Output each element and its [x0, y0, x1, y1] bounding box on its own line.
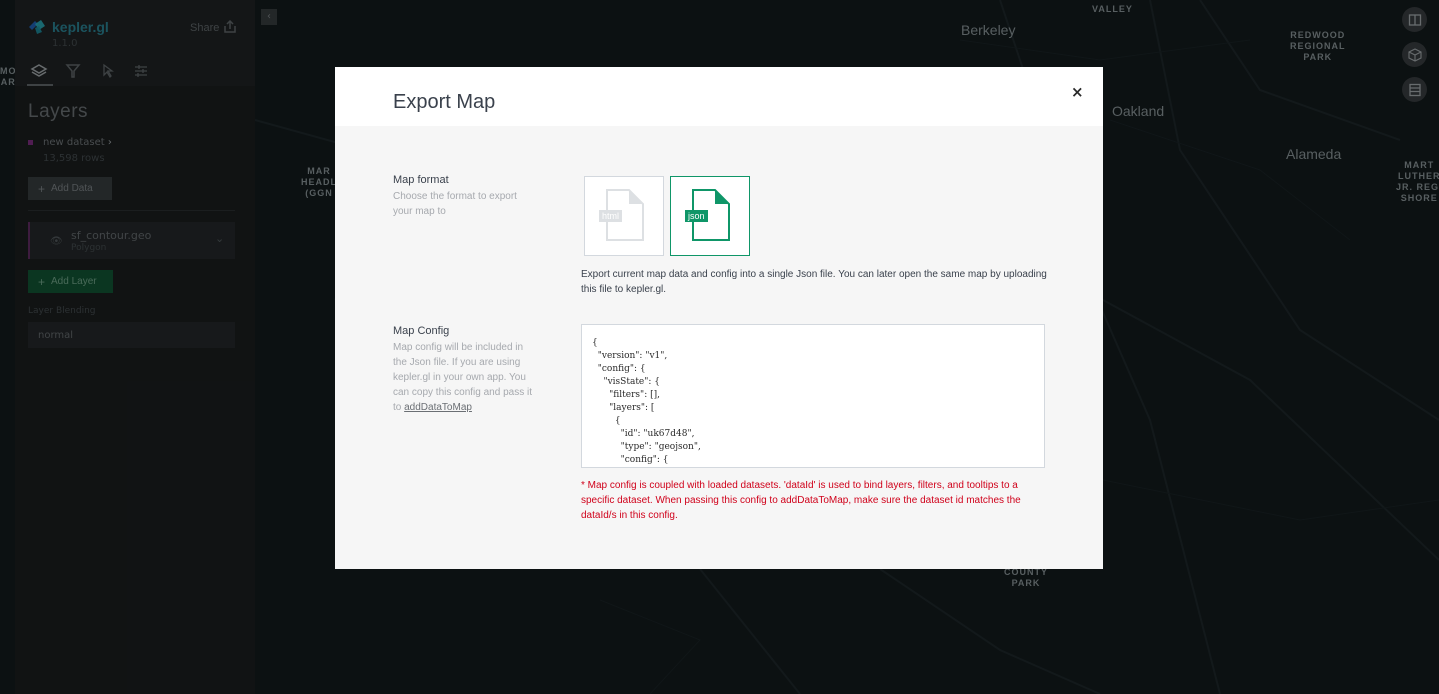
add-data-to-map-link[interactable]: addDataToMap [404, 402, 472, 413]
modal-title: Export Map [393, 91, 496, 113]
export-map-modal: Export Map × Map format Choose the forma… [335, 67, 1103, 569]
format-label-json: json [685, 210, 708, 222]
format-description: Export current map data and config into … [581, 269, 1047, 295]
map-format-title: Map format [393, 174, 449, 186]
map-config-code-box[interactable]: { "version": "v1", "config": { "visState… [581, 324, 1045, 468]
map-config-title: Map Config [393, 325, 450, 337]
close-button[interactable]: × [1071, 83, 1084, 101]
format-option-json[interactable]: json [670, 176, 750, 256]
format-option-html[interactable]: html [584, 176, 664, 256]
map-config-warning: * Map config is coupled with loaded data… [581, 480, 1021, 521]
modal-header: Export Map × [335, 67, 1103, 126]
map-format-description: Choose the format to export your map to [393, 191, 517, 217]
map-config-code: { "version": "v1", "config": { "visState… [592, 338, 701, 465]
map-config-description: Map config will be included in the Json … [393, 342, 532, 413]
format-label-html: html [599, 210, 623, 222]
